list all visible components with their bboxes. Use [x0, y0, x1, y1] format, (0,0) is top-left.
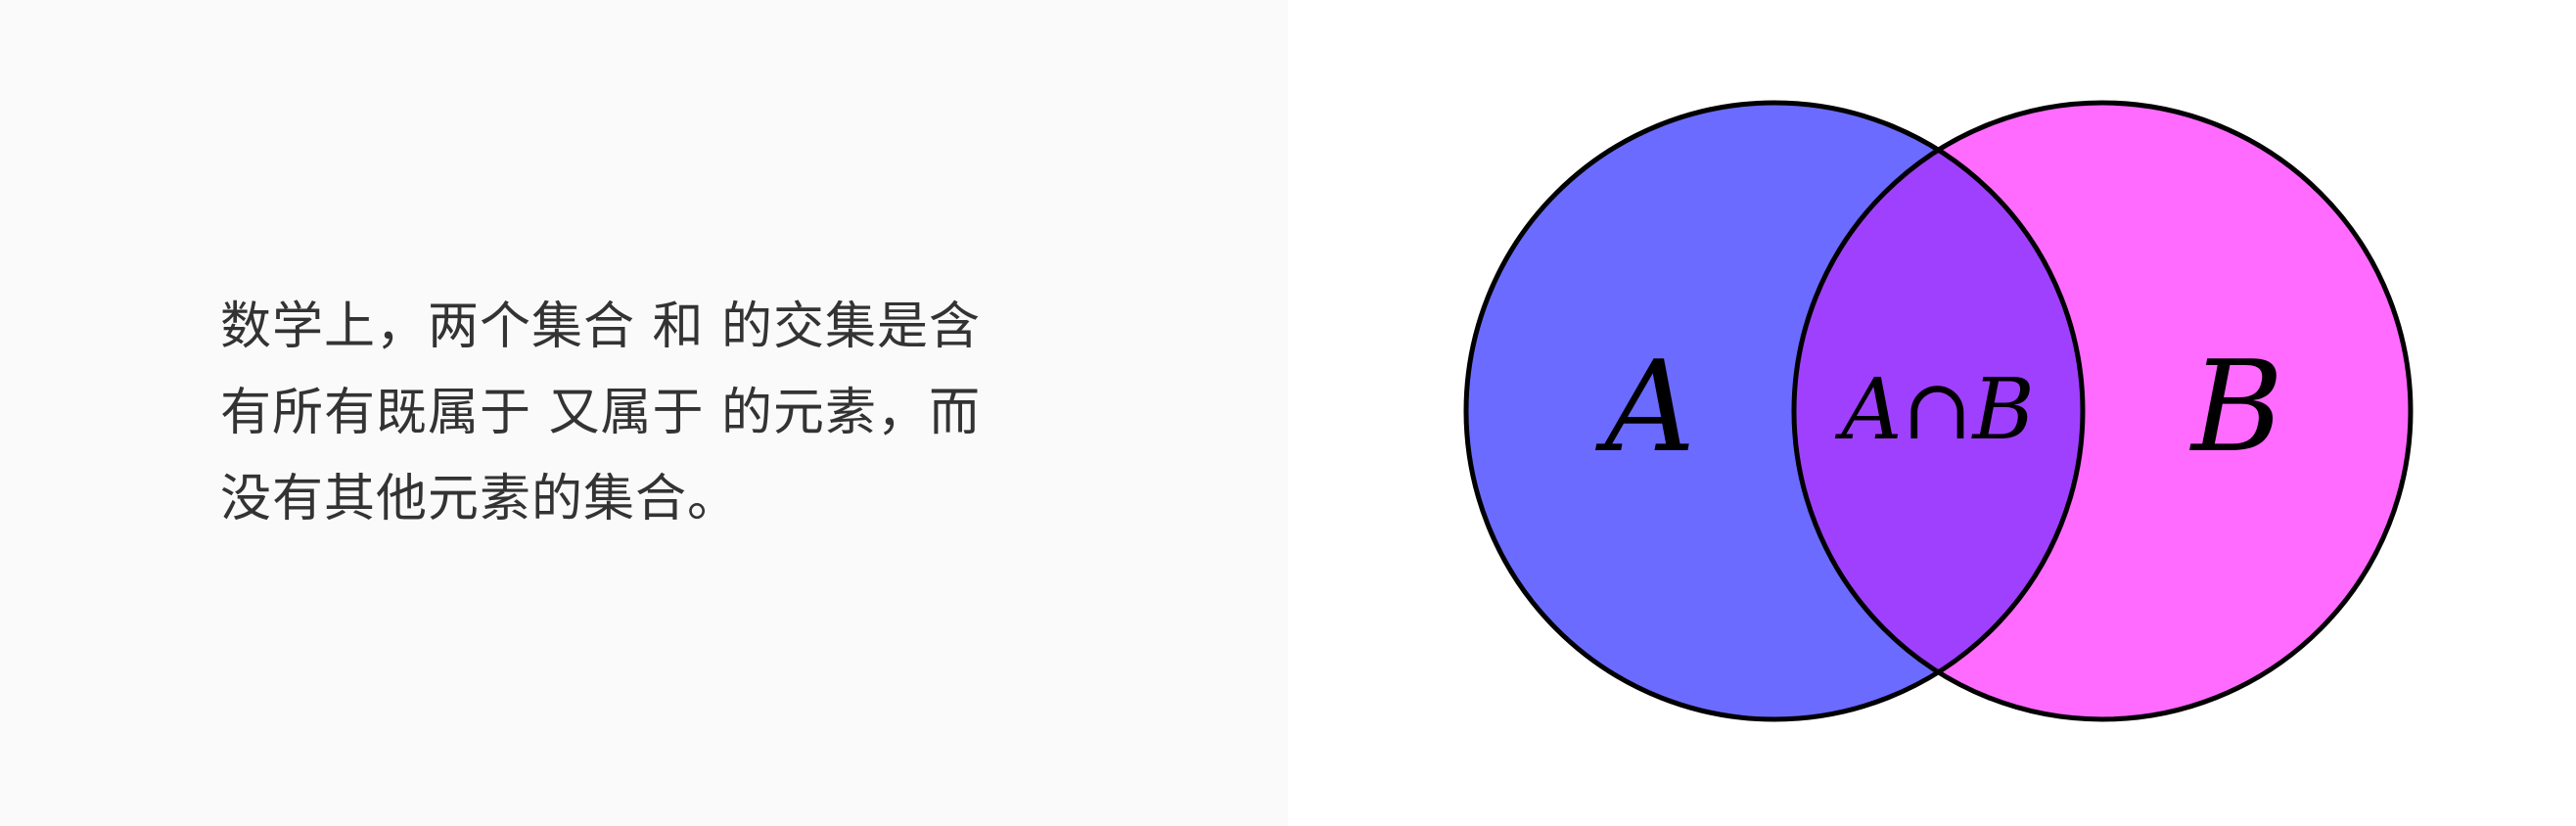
set-b-label: B [2189, 335, 2283, 481]
description-panel: 数学上，两个集合 和 的交集是含 有所有既属于 又属于 的元素，而 没有其他元素… [0, 0, 1288, 826]
venn-diagram: A A∩B B [1463, 100, 2414, 722]
set-a-label: A [1595, 335, 1695, 481]
intersection-label: A∩B [1834, 361, 2034, 459]
description-line-2: 有所有既属于 又属于 的元素，而 [220, 384, 982, 442]
description-line-3: 没有其他元素的集合。 [220, 470, 740, 528]
description-text: 数学上，两个集合 和 的交集是含 有所有既属于 又属于 的元素，而 没有其他元素… [220, 284, 1033, 542]
description-line-1: 数学上，两个集合 和 的交集是含 [220, 298, 982, 356]
page: 数学上，两个集合 和 的交集是含 有所有既属于 又属于 的元素，而 没有其他元素… [0, 0, 2576, 826]
diagram-panel: A A∩B B [1288, 0, 2576, 826]
